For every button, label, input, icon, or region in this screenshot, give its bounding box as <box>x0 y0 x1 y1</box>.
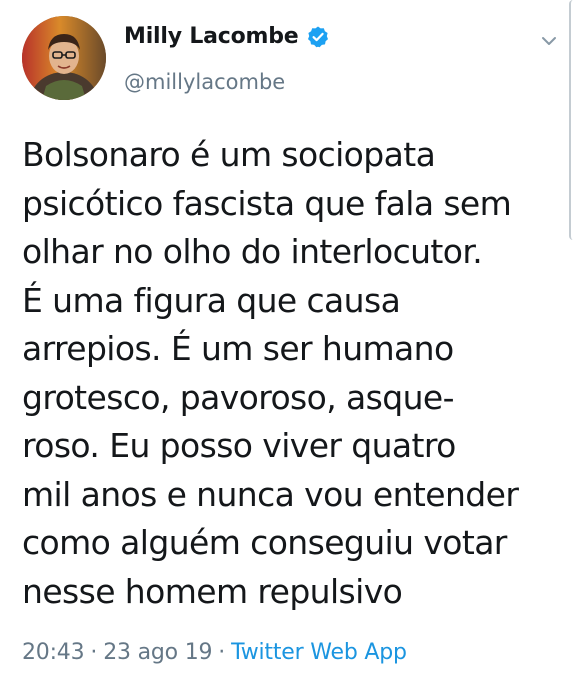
tweet-text-line: roso. Eu posso viver quatro <box>22 426 456 465</box>
meta-separator: · <box>218 640 226 665</box>
tweet-card: Milly Lacombe @millylacombe Bolsonaro é … <box>0 0 579 680</box>
tweet-text-line: Bolsonaro é um sociopata <box>22 135 436 174</box>
tweet-text-line: grotesco, pavoroso, asque- <box>22 377 455 417</box>
avatar-image <box>22 16 106 100</box>
tweet-text-line: É uma figura que causa <box>22 280 401 320</box>
meta-separator: · <box>90 640 98 665</box>
author-handle[interactable]: @millylacombe <box>124 70 285 94</box>
tweet-text: Bolsonaro é um sociopata psicótico fasci… <box>22 131 562 616</box>
tweet-text-line: olhar no olho do interlocutor. <box>22 232 483 271</box>
tweet-text-line: psicótico fascista que fala sem <box>22 183 512 223</box>
verified-badge-icon <box>306 25 330 49</box>
display-name[interactable]: Milly Lacombe <box>124 24 299 49</box>
tweet-text-line: como alguém conseguiu votar <box>22 523 507 562</box>
tweet-source-link[interactable]: Twitter Web App <box>231 640 407 665</box>
tweet-text-line: arrepios. É um ser humano <box>22 329 454 368</box>
chevron-down-icon[interactable] <box>536 28 562 54</box>
tweet-time[interactable]: 20:43 <box>22 640 85 665</box>
tweet-meta: 20:43 · 23 ago 19 · Twitter Web App <box>22 640 407 665</box>
tweet-text-line: nesse homem repulsivo <box>22 571 403 611</box>
author-name-row[interactable]: Milly Lacombe <box>124 24 330 49</box>
avatar[interactable] <box>22 16 106 100</box>
tweet-date[interactable]: 23 ago 19 <box>103 640 212 665</box>
tweet-text-line: mil anos e nunca vou entender <box>22 474 519 514</box>
scrollbar-edge <box>569 0 579 240</box>
